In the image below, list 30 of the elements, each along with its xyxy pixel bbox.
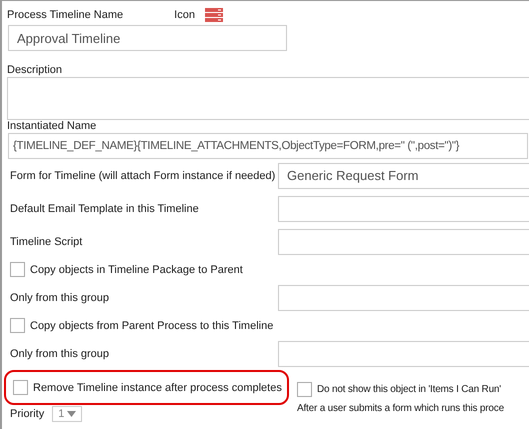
text-field[interactable] <box>278 228 529 254</box>
field-label: Priority <box>10 408 44 420</box>
field-label: Only from this group <box>9 292 110 304</box>
instantiated-name-field[interactable]: {TIMELINE_DEF_NAME}{TIMELINE_ATTACHMENTS,ObjectType=FORM,pre=" (",post=")"} <box>8 133 528 159</box>
text-field[interactable]: Generic Request Form <box>278 162 529 188</box>
checkbox[interactable] <box>13 380 28 395</box>
checkbox-label: Copy objects in Timeline Package to Parent <box>30 264 243 276</box>
checkbox-label: Remove Timeline instance after process completes <box>33 382 282 394</box>
field-label: Timeline Script <box>9 236 84 248</box>
field-label: Default Email Template in this Timeline <box>9 202 200 214</box>
checkbox[interactable] <box>10 318 25 333</box>
text-field[interactable] <box>278 196 529 222</box>
field-label: Icon <box>174 9 195 21</box>
field-label: Instantiated Name <box>6 120 98 132</box>
text-field[interactable] <box>278 340 529 366</box>
help-text: After a user submits a form which runs this proce <box>297 403 505 414</box>
field-label: Only from this group <box>9 348 110 360</box>
priority-dropdown[interactable]: 1 <box>52 406 82 422</box>
text-field[interactable] <box>278 284 529 310</box>
checkbox-label: Copy objects from Parent Process to this Timeline <box>30 320 274 332</box>
server-icon[interactable] <box>204 8 223 22</box>
name-field[interactable]: Approval Timeline <box>8 25 287 51</box>
caret-icon <box>67 411 76 417</box>
field-label: Description <box>6 64 64 76</box>
checkbox[interactable] <box>10 262 25 277</box>
description-field[interactable] <box>7 77 529 120</box>
field-label: Form for Timeline (will attach Form instance if needed) <box>9 170 276 182</box>
field-label: Process Timeline Name <box>7 9 124 21</box>
checkbox[interactable] <box>297 382 312 397</box>
checkbox-label: Do not show this object in 'Items I Can Run' <box>317 384 501 395</box>
